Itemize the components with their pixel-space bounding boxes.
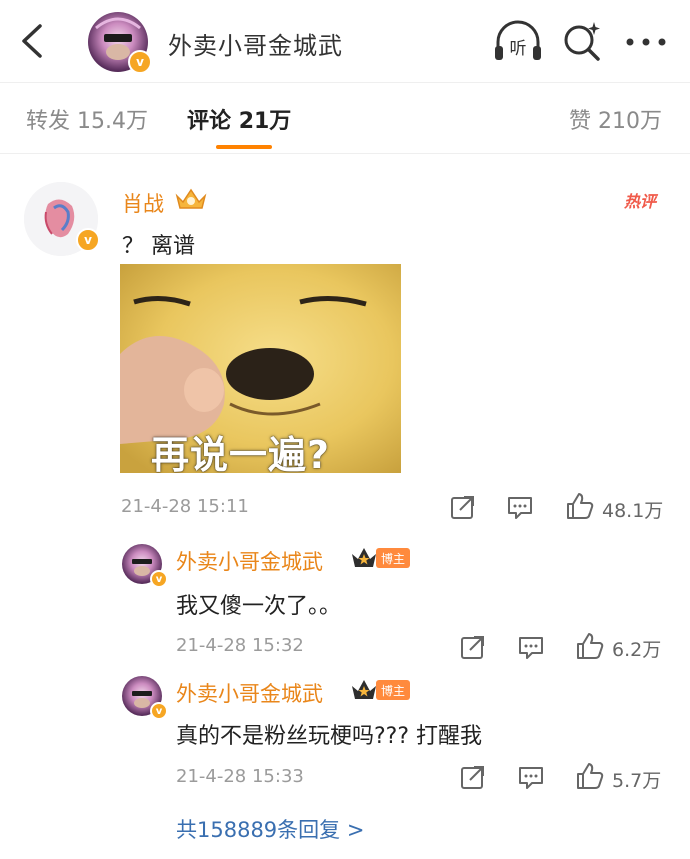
reply-avatar[interactable]: v — [122, 544, 168, 588]
more-options-icon[interactable] — [624, 36, 668, 48]
share-icon[interactable] — [450, 494, 476, 520]
view-all-replies-link[interactable]: 共158889条回复 > — [176, 814, 364, 844]
verified-badge-icon: v — [76, 228, 100, 252]
tab-comments[interactable]: 评论 21万 — [187, 103, 291, 135]
reply-comment-icon[interactable] — [518, 634, 544, 660]
blogger-avatar[interactable]: v — [88, 12, 152, 74]
reply-text: 我又傻一次了。。 — [176, 594, 342, 619]
svg-text:听: 听 — [510, 39, 527, 59]
tab-likes-label: 赞 — [568, 109, 591, 134]
image-caption: 再说一遍? — [151, 433, 331, 473]
commenter-avatar[interactable]: v — [24, 182, 100, 256]
tab-repost-label: 转发 — [26, 109, 71, 134]
crown-icon — [352, 548, 376, 567]
reply-author[interactable]: 外卖小哥金城武 — [176, 546, 323, 576]
verified-badge-icon: v — [150, 702, 168, 720]
like-thumb-icon[interactable] — [566, 492, 594, 520]
reply-like-count: 5.7万 — [612, 770, 662, 792]
like-thumb-icon[interactable] — [576, 762, 604, 790]
top-bar: v 外卖小哥金城武 听 — [0, 0, 690, 82]
comment-like-count: 48.1万 — [602, 500, 664, 522]
comment-time: 21-4-28 15:11 — [121, 496, 249, 517]
verified-badge-icon: v — [150, 570, 168, 588]
verified-badge-icon: v — [128, 50, 152, 74]
hot-comment-tag: 热评 — [624, 192, 657, 211]
tab-likes-count: 210万 — [598, 109, 662, 134]
commenter-name[interactable]: 肖战 — [122, 188, 164, 218]
tab-bar: 转发 15.4万 评论 21万 赞 210万 — [0, 82, 690, 154]
reply-author[interactable]: 外卖小哥金城武 — [176, 678, 323, 708]
blogger-badge: 博主 — [376, 680, 411, 700]
reply-time: 21-4-28 15:33 — [176, 766, 304, 787]
reply-avatar[interactable]: v — [122, 676, 168, 720]
reply-like-count: 6.2万 — [612, 639, 662, 661]
like-thumb-icon[interactable] — [576, 632, 604, 660]
tab-likes[interactable]: 赞 210万 — [569, 103, 662, 135]
share-icon[interactable] — [460, 634, 486, 660]
crown-icon — [352, 680, 376, 699]
blogger-badge: 博主 — [376, 548, 411, 568]
vip-crown-icon — [175, 188, 207, 209]
reply-comment-icon[interactable] — [507, 494, 533, 520]
tab-comments-count: 21万 — [238, 109, 292, 134]
reply-text: 真的不是粉丝玩梗吗??? 打醒我 — [176, 724, 483, 749]
active-tab-indicator — [216, 145, 272, 149]
page-title: 外卖小哥金城武 — [168, 32, 343, 60]
comment-text: ？ 离谱 — [122, 234, 195, 259]
search-icon[interactable] — [562, 20, 602, 64]
listen-headphones-icon[interactable]: 听 — [492, 20, 544, 64]
reply-comment-icon[interactable] — [518, 764, 544, 790]
comment-image[interactable]: 再说一遍? — [120, 264, 401, 473]
share-icon[interactable] — [460, 764, 486, 790]
tab-comments-label: 评论 — [187, 109, 232, 134]
reply-time: 21-4-28 15:32 — [176, 635, 304, 656]
tab-repost-count: 15.4万 — [77, 109, 149, 134]
back-arrow-icon[interactable] — [14, 20, 50, 62]
tab-repost[interactable]: 转发 15.4万 — [26, 103, 148, 135]
